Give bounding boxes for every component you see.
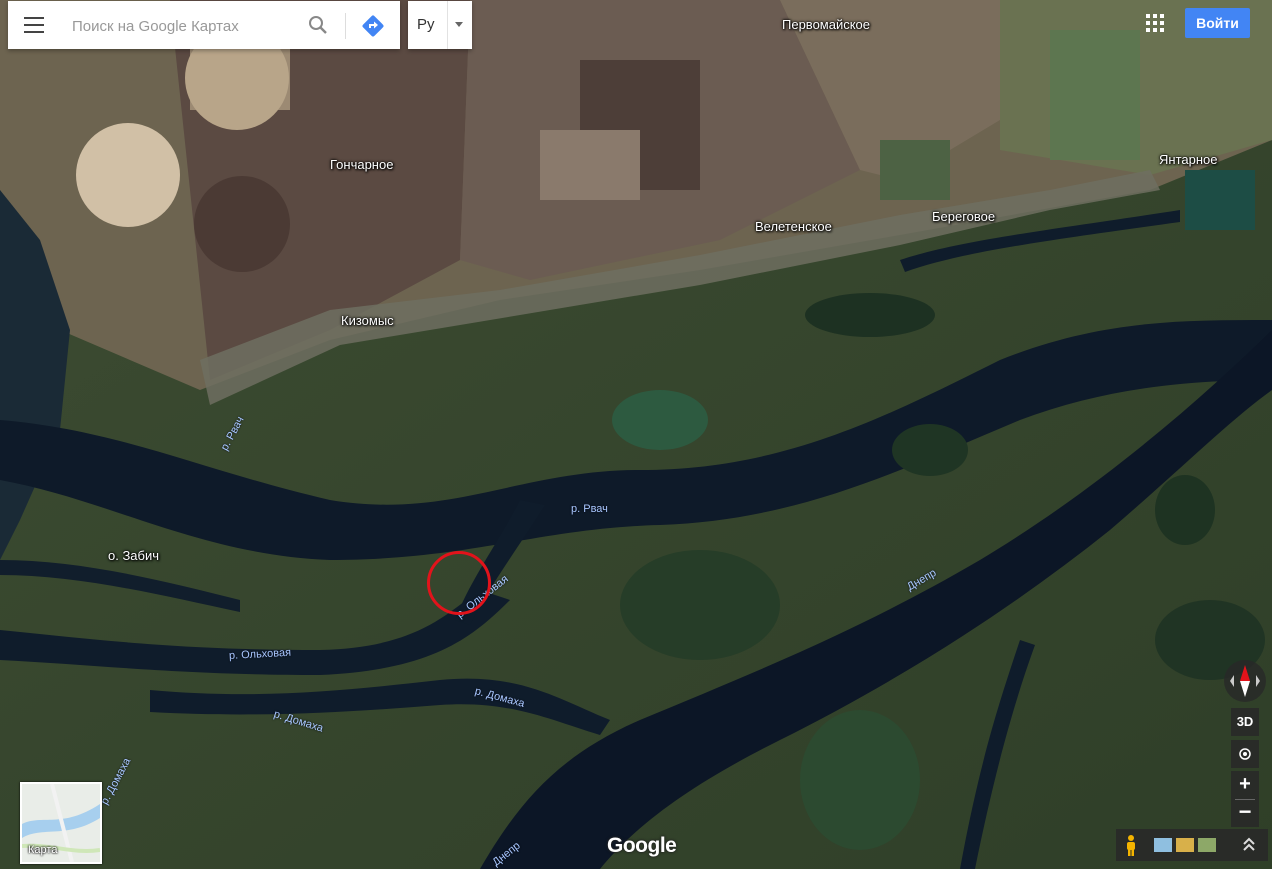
minimap-label: Карта [28, 844, 58, 856]
pegman-icon[interactable] [1124, 834, 1138, 856]
signin-button[interactable]: Войти [1185, 8, 1250, 38]
my-location-button[interactable] [1231, 740, 1259, 768]
place-label-pervomayskoe[interactable]: Первомайское [782, 17, 870, 32]
search-box [8, 1, 400, 49]
google-logo: Google [607, 834, 677, 857]
imagery-thumb-3[interactable] [1198, 838, 1216, 852]
search-icon[interactable] [306, 13, 330, 37]
3d-toggle-button[interactable]: 3D [1231, 708, 1259, 736]
language-divider [447, 1, 448, 49]
place-label-yantarnoe[interactable]: Янтарное [1159, 152, 1217, 167]
place-label-veletenskoe[interactable]: Велетенское [755, 219, 832, 234]
apps-grid-icon[interactable] [1146, 14, 1164, 32]
place-label-goncharnoe[interactable]: Гончарное [330, 157, 393, 172]
zoom-divider [1235, 799, 1255, 800]
place-label-kizomys[interactable]: Кизомыс [341, 313, 394, 328]
zoom-out-button[interactable]: − [1231, 799, 1259, 827]
expand-icon[interactable] [1240, 835, 1258, 855]
language-selector[interactable]: Ру [408, 1, 472, 49]
imagery-thumb-2[interactable] [1176, 838, 1194, 852]
map-type-switcher[interactable]: Карта [20, 782, 102, 864]
zoom-in-button[interactable]: + [1231, 771, 1259, 799]
menu-icon[interactable] [24, 17, 44, 33]
search-divider [345, 13, 346, 39]
imagery-bar [1116, 829, 1268, 861]
search-input[interactable] [70, 13, 304, 39]
chevron-down-icon[interactable] [455, 22, 463, 27]
language-label: Ру [417, 16, 435, 33]
compass-icon[interactable] [1222, 658, 1268, 704]
place-label-zabich[interactable]: о. Забич [108, 548, 159, 563]
highlight-circle [427, 551, 491, 615]
my-location-icon [1239, 748, 1251, 760]
satellite-map[interactable] [0, 0, 1272, 869]
river-label-rvach: р. Рвач [571, 503, 608, 515]
directions-icon[interactable] [360, 13, 386, 39]
imagery-thumb-1[interactable] [1154, 838, 1172, 852]
place-label-beregovoe[interactable]: Береговое [932, 209, 995, 224]
